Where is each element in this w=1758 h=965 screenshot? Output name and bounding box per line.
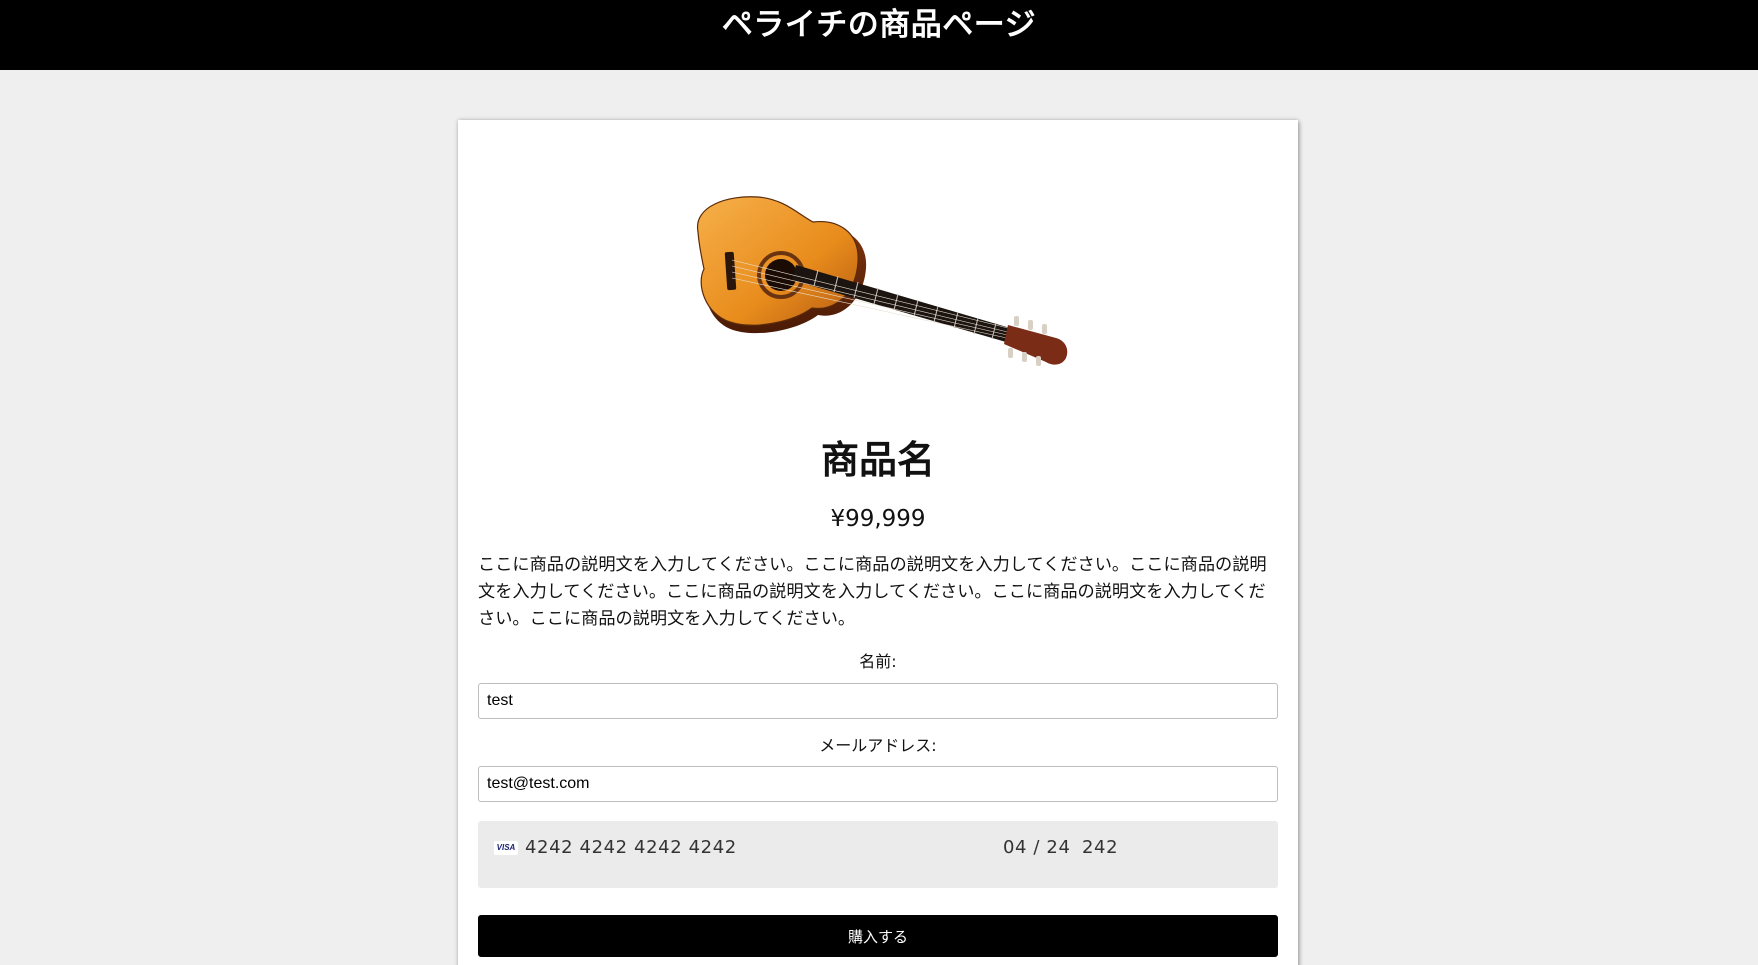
visa-icon: VISA bbox=[494, 841, 518, 855]
card-expiry-input[interactable]: 04 / 24 bbox=[1003, 835, 1071, 861]
name-input[interactable] bbox=[478, 683, 1278, 719]
email-label: メールアドレス: bbox=[819, 736, 937, 755]
purchase-button[interactable]: 購入する bbox=[478, 915, 1278, 957]
product-card: 商品名 ¥99,999 ここに商品の説明文を入力してください。ここに商品の説明文… bbox=[458, 120, 1298, 965]
product-description: ここに商品の説明文を入力してください。ここに商品の説明文を入力してください。ここ… bbox=[478, 555, 1267, 629]
card-number-input[interactable]: 4242 4242 4242 4242 bbox=[525, 835, 737, 861]
page-title: ペライチの商品ページ bbox=[721, 7, 1037, 43]
product-image bbox=[697, 196, 1068, 366]
card-input-field[interactable]: VISA 4242 4242 4242 4242 04 / 24 242 bbox=[478, 821, 1278, 888]
card-cvc-input[interactable]: 242 bbox=[1082, 835, 1118, 861]
product-price: ¥99,999 bbox=[830, 506, 926, 532]
name-label: 名前: bbox=[859, 652, 897, 671]
product-name: 商品名 bbox=[820, 438, 935, 482]
email-input[interactable] bbox=[478, 766, 1278, 802]
header-bar: ペライチの商品ページ bbox=[0, 0, 1758, 70]
